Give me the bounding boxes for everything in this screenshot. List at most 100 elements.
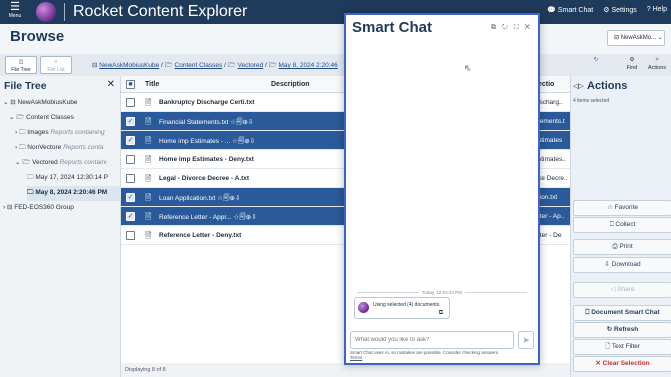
- find-button[interactable]: ⚙ Find: [620, 56, 644, 72]
- tree-node-vectored[interactable]: ⌄ 🗁 Vectored Reports containi: [15, 158, 121, 169]
- file-list-button[interactable]: ≡ File List: [40, 56, 72, 74]
- document-icon: 🗎: [145, 174, 152, 183]
- repository-select-value: NewAskMo...: [620, 35, 657, 41]
- actions-panel: ◁▷ Actions 4 items selected ☆ Favorite ⎕…: [570, 76, 671, 377]
- chat-window-controls-icon[interactable]: ⧉ ↻ ⛶ ✕: [491, 24, 532, 32]
- breadcrumb-item[interactable]: NewAskMobiusKube: [99, 62, 159, 69]
- tree-node-label: May 8, 2024 2:20:46 PM: [35, 189, 108, 196]
- row-title[interactable]: Financial Statements.txt ☆🗐⊕⇩: [159, 118, 253, 129]
- settings-link[interactable]: ⚙ Settings: [603, 6, 637, 14]
- chat-timestamp: Today, 12:53:44 PM: [352, 290, 532, 295]
- document-icon: 🗎: [145, 117, 152, 126]
- row-checkbox[interactable]: [126, 155, 135, 164]
- browse-bar: Browse ⊟ NewAskMo... ⌄: [0, 24, 671, 54]
- settings-label: Settings: [611, 7, 637, 14]
- tree-node-may17[interactable]: 🗀 May 17, 2024 12:30:14 P: [27, 173, 121, 184]
- copy-icon[interactable]: ⧉: [439, 310, 443, 317]
- tree-node-label: Images: [27, 129, 49, 136]
- tree-node-nonvectore[interactable]: › 🗀 NonVectore Reports conta: [15, 143, 121, 154]
- row-checkbox[interactable]: [126, 98, 135, 107]
- tree-node-label: Content Classes: [26, 114, 74, 121]
- tree-node-content-classes[interactable]: ⌄ 🗁 Content Classes: [9, 113, 74, 124]
- tree-node-desc: Reports containing: [50, 129, 105, 136]
- terms-link[interactable]: Terms: [350, 355, 362, 360]
- tree-node-root[interactable]: ⌄ ⊟ NewAskMobiusKube: [3, 98, 78, 106]
- row-title[interactable]: Legal - Divorce Decree - A.txt: [159, 175, 249, 182]
- tree-node-label: Vectored: [32, 159, 58, 166]
- help-link[interactable]: ? Help: [647, 6, 667, 14]
- document-icon: 🗎: [145, 136, 152, 145]
- assistant-avatar: [358, 302, 369, 313]
- collapse-icon[interactable]: ◁▷: [573, 82, 584, 90]
- tree-node-desc: Reports containi: [59, 159, 107, 166]
- row-collection: tter - De: [538, 232, 562, 239]
- share-button[interactable]: ◁ Share: [573, 282, 671, 298]
- print-button[interactable]: ⎙ Print: [573, 239, 671, 255]
- column-title[interactable]: Title: [145, 81, 159, 88]
- smart-chat-link[interactable]: 💬 Smart Chat: [547, 6, 593, 14]
- select-all-checkbox[interactable]: ■: [126, 80, 135, 89]
- file-tree-button[interactable]: ◫ File Tree: [5, 56, 37, 74]
- row-collection: stimates..: [538, 156, 566, 163]
- app-title: Rocket Content Explorer: [64, 3, 247, 21]
- row-title[interactable]: Bankruptcy Discharge Certi.txt: [159, 99, 254, 106]
- collect-button[interactable]: ⎕ Collect: [573, 217, 671, 233]
- breadcrumb-item[interactable]: May 8, 2024 2:20:46: [279, 62, 338, 69]
- row-checkbox[interactable]: ✓: [126, 193, 135, 202]
- document-smart-chat-button[interactable]: ⎕ Document Smart Chat: [573, 305, 671, 321]
- row-checkbox[interactable]: ✓: [126, 117, 135, 126]
- text-filter-button[interactable]: 🗋 Text Filter: [573, 339, 671, 355]
- download-button[interactable]: ⇩ Download: [573, 257, 671, 273]
- actions-toggle-button[interactable]: ✧ Actions: [645, 56, 669, 72]
- row-title[interactable]: Home imp Estimates - ... ☆🗐⊕⇩: [159, 137, 255, 148]
- file-tree-button-label: File Tree: [11, 67, 31, 73]
- row-checkbox[interactable]: ✓: [126, 136, 135, 145]
- close-icon[interactable]: ✕: [107, 79, 115, 90]
- row-checkbox[interactable]: [126, 174, 135, 183]
- tree-node-label: NewAskMobiusKube: [17, 99, 78, 106]
- clear-selection-button[interactable]: ✕ Clear Selection: [573, 356, 671, 372]
- selection-count: 4 items selected: [573, 98, 610, 104]
- tree-node-fed-group[interactable]: › ⊟ FED-EOS360 Group: [3, 203, 74, 211]
- row-collection: tements.t: [538, 118, 565, 125]
- menu-button[interactable]: ☰ Menu: [6, 2, 24, 22]
- breadcrumb-item[interactable]: Vectored: [238, 62, 264, 69]
- chat-message: Using selected (4) documents. ⧉: [354, 297, 450, 319]
- top-header: ☰ Menu Rocket Content Explorer 💬 Smart Ch…: [0, 0, 671, 24]
- row-title[interactable]: Home imp Estimates - Deny.txt: [159, 156, 254, 163]
- chat-input[interactable]: [350, 331, 514, 349]
- mouse-cursor-icon: ⇖: [464, 63, 472, 73]
- breadcrumb-item[interactable]: Content Classes: [175, 62, 223, 69]
- column-collection[interactable]: ectio: [538, 81, 554, 88]
- sync-button[interactable]: ↻: [584, 56, 608, 64]
- table-footer: Displaying 8 of 8: [121, 363, 570, 377]
- row-checkbox[interactable]: [126, 231, 135, 240]
- row-collection: ischarg..: [538, 99, 563, 106]
- page-title: Browse: [10, 28, 65, 45]
- row-title[interactable]: Reference Letter - Appr... ☆🗐⊕⇩: [159, 213, 257, 224]
- file-tree-panel: File Tree ✕ ⌄ ⊟ NewAskMobiusKube ⌄ 🗁 Con…: [0, 76, 121, 377]
- hamburger-icon: ☰: [10, 1, 20, 13]
- document-icon: 🗎: [145, 193, 152, 202]
- chat-message-text: Using selected (4) documents.: [373, 302, 441, 308]
- tree-node-images[interactable]: › 🗀 Images Reports containing: [15, 128, 121, 139]
- row-title[interactable]: Reference Letter - Deny.txt: [159, 232, 241, 239]
- row-collection: tter - Ap..: [538, 213, 565, 220]
- repository-select[interactable]: ⊟ NewAskMo... ⌄: [607, 30, 665, 46]
- breadcrumb: ⊟ NewAskMobiusKube / 🗁 Content Classes /…: [92, 62, 338, 69]
- row-title[interactable]: Loan Application.txt ☆🗐⊕⇩: [159, 194, 240, 205]
- row-checkbox[interactable]: ✓: [126, 212, 135, 221]
- app-window: ☰ Menu Rocket Content Explorer 💬 Smart Ch…: [0, 0, 671, 377]
- menu-label: Menu: [8, 13, 22, 19]
- tree-node-desc: Reports conta: [63, 144, 104, 151]
- actions-toggle-label: Actions: [647, 65, 667, 71]
- tree-node-label: NonVectore: [27, 144, 62, 151]
- column-description[interactable]: Description: [271, 81, 310, 88]
- refresh-button[interactable]: ↻ Refresh: [573, 322, 671, 338]
- send-icon[interactable]: ➤: [518, 331, 534, 349]
- tree-node-may8[interactable]: 🗀 May 8, 2024 2:20:46 PM: [27, 186, 121, 201]
- document-icon: 🗎: [145, 155, 152, 164]
- file-list-button-label: File List: [47, 67, 65, 73]
- favorite-button[interactable]: ☆ Favorite: [573, 200, 671, 216]
- chat-disclaimer: Smart Chat uses AI, so mistakes are poss…: [350, 350, 536, 360]
